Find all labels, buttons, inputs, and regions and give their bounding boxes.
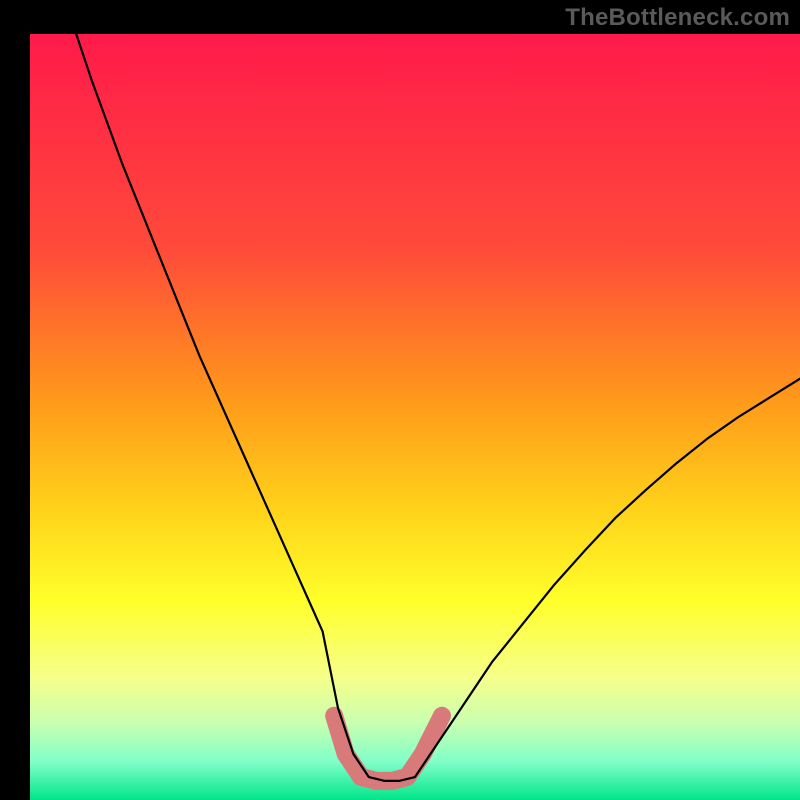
chart-frame: TheBottleneck.com — [0, 0, 800, 800]
bottleneck-chart — [0, 0, 800, 800]
watermark-text: TheBottleneck.com — [565, 4, 790, 32]
plot-background — [30, 34, 800, 800]
